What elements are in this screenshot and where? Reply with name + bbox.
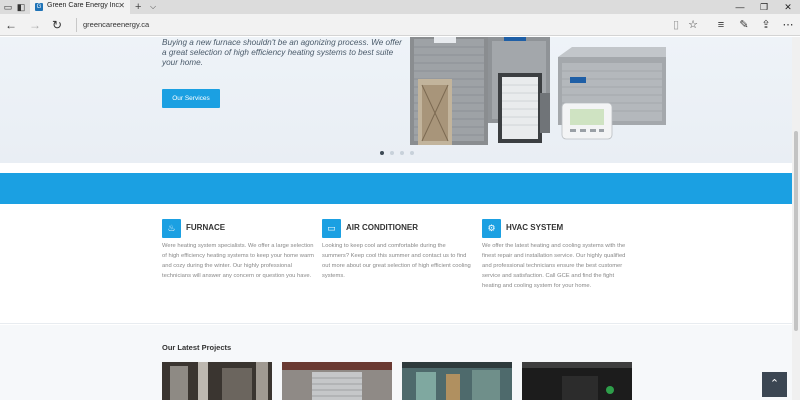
projects-heading: Our Latest Projects (162, 343, 232, 352)
project-image[interactable] (522, 362, 632, 400)
close-tab-icon[interactable]: ✕ (118, 1, 125, 10)
refresh-icon[interactable]: ↻ (49, 17, 65, 33)
share-icon[interactable]: ⇪ (758, 17, 774, 33)
browser-tab[interactable]: G Green Care Energy Inc. ✕ (30, 0, 130, 14)
arrow-right-icon[interactable]: → (27, 17, 43, 33)
project-image[interactable] (402, 362, 512, 400)
hero-slider: Buying a new furnace shouldn't be an ago… (0, 37, 792, 163)
star-icon[interactable]: ☆ (685, 17, 701, 33)
tab-title: Green Care Energy Inc. (47, 2, 121, 9)
slider-dot[interactable] (400, 151, 404, 155)
browser-nav-bar: ← → ↻ greencareenergy.ca ▯ ☆ ≡ ✎ ⇪ ⋯ (0, 14, 800, 36)
tab-manager-icon[interactable]: ▭ (3, 2, 13, 12)
page-viewport: Buying a new furnace shouldn't be an ago… (0, 37, 792, 400)
close-window-icon[interactable]: ✕ (776, 0, 800, 14)
service-description: We offer the latest heating and cooling … (482, 243, 626, 289)
service-title: AIR CONDITIONER (346, 223, 418, 232)
flame-icon: ♨ (162, 219, 181, 238)
hero-tagline: Buying a new furnace shouldn't be an ago… (162, 38, 402, 67)
book-icon[interactable]: ▯ (668, 17, 684, 33)
slider-dot[interactable] (380, 151, 384, 155)
project-image[interactable] (162, 362, 272, 400)
our-services-button[interactable]: Our Services (162, 89, 220, 108)
arrow-left-icon[interactable]: ← (3, 17, 19, 33)
accent-band (0, 173, 792, 204)
more-icon[interactable]: ⋯ (780, 17, 796, 33)
hub-icon[interactable]: ≡ (713, 17, 729, 33)
page-scrollbar[interactable] (792, 37, 800, 400)
monitor-icon: ▭ (322, 219, 341, 238)
service-description: Were heating system specialists. We offe… (162, 243, 314, 279)
restore-icon[interactable]: ❐ (752, 0, 776, 14)
browser-tab-bar: ▭ ◧ G Green Care Energy Inc. ✕ + ⌵ — ❐ ✕ (0, 0, 800, 14)
slider-dot[interactable] (390, 151, 394, 155)
project-image[interactable] (282, 362, 392, 400)
scrollbar-thumb[interactable] (794, 131, 798, 331)
tab-history-icon[interactable]: ◧ (16, 2, 26, 12)
services-section: ♨ FURNACE Were heating system specialist… (0, 204, 792, 324)
hvac-equipment-image (410, 37, 666, 145)
chevron-down-icon[interactable]: ⌵ (150, 0, 156, 14)
gear-icon: ⚙ (482, 219, 501, 238)
pen-icon[interactable]: ✎ (736, 17, 752, 33)
service-title: HVAC SYSTEM (506, 223, 564, 232)
minimize-icon[interactable]: — (728, 0, 752, 14)
plus-icon[interactable]: + (135, 0, 141, 14)
back-to-top-button[interactable]: ⌃ (762, 372, 787, 397)
site-favicon-icon: G (35, 3, 43, 11)
service-description: Looking to keep cool and comfortable dur… (322, 243, 471, 279)
slider-dot[interactable] (410, 151, 414, 155)
chevron-up-icon: ⌃ (769, 378, 780, 390)
address-bar[interactable]: greencareenergy.ca (76, 18, 656, 32)
latest-projects-section: Our Latest Projects (0, 325, 792, 400)
service-title: FURNACE (186, 223, 226, 232)
